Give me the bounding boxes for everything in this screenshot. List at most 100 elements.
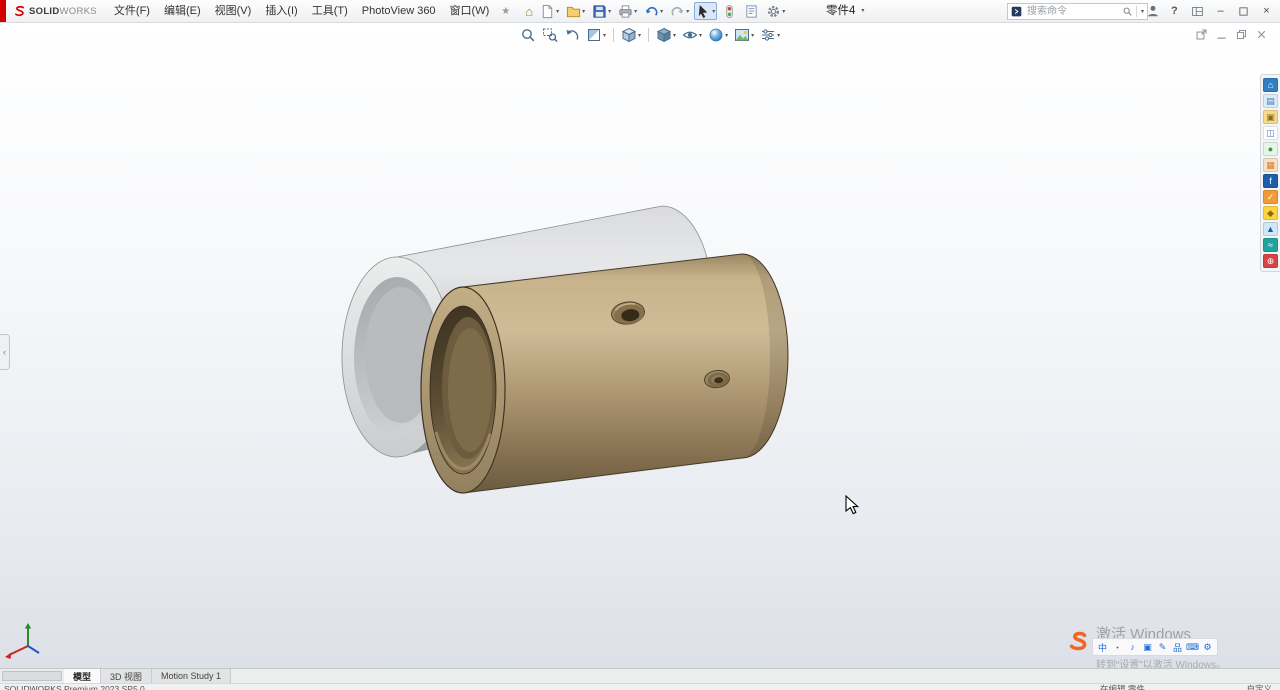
- dropdown-arrow-icon: ▾: [751, 32, 755, 39]
- display-style-icon[interactable]: ▾: [654, 26, 678, 44]
- minimize-document-icon[interactable]: [1215, 28, 1228, 41]
- ime-keyboard-icon[interactable]: ⌨: [1186, 640, 1199, 654]
- tab-motion-study-1[interactable]: Motion Study 1: [152, 669, 232, 683]
- open-document-button[interactable]: ▾: [564, 2, 587, 20]
- standard-toolbar: ⌂ ▾ ▾ ▾ ▾ ▾ ▾ ▾ ▾: [523, 2, 787, 20]
- title-bar: SOLIDWORKS 文件(F) 编辑(E) 视图(V) 插入(I) 工具(T)…: [0, 0, 1280, 23]
- dropdown-arrow-icon: ▾: [556, 8, 560, 15]
- select-tool-button[interactable]: ▾: [694, 2, 718, 20]
- graphics-viewport[interactable]: ▾ ▾ ▾ ▾ ▾ ▾ ▾ ‹ ⌂ ▤ ▣ ◫ ● ▦ f ✓ ◆ ▲ ≈ ⊕ …: [0, 22, 1280, 671]
- dropdown-arrow-icon: ▾: [608, 8, 612, 15]
- ime-apps-icon[interactable]: 品: [1171, 640, 1184, 654]
- dropdown-arrow-icon: ▾: [660, 8, 664, 15]
- taskpane-design-checker-icon[interactable]: ✓: [1263, 190, 1278, 204]
- divider: [648, 28, 650, 42]
- options-gear-button[interactable]: ▾: [764, 2, 787, 20]
- hide-show-items-icon[interactable]: ▾: [680, 26, 704, 44]
- edit-appearance-icon[interactable]: ▾: [706, 26, 730, 44]
- ime-punctuation-icon[interactable]: ・: [1111, 640, 1124, 654]
- new-document-button[interactable]: ▾: [538, 2, 561, 20]
- ime-handwriting-icon[interactable]: ✎: [1156, 640, 1169, 654]
- close-document-icon[interactable]: [1255, 28, 1268, 41]
- zoom-to-area-icon[interactable]: [540, 26, 560, 44]
- app-version-text: SOLIDWORKS Premium 2023 SP5.0: [4, 684, 145, 690]
- dropdown-arrow-icon: ▾: [712, 8, 716, 15]
- search-input[interactable]: [1025, 5, 1119, 18]
- login-person-icon[interactable]: [1146, 4, 1160, 18]
- menu-edit[interactable]: 编辑(E): [157, 0, 208, 22]
- view-settings-icon[interactable]: ▾: [758, 26, 782, 44]
- taskpane-forum-icon[interactable]: f: [1263, 174, 1278, 188]
- menu-window[interactable]: 窗口(W): [443, 0, 497, 22]
- ime-settings-icon[interactable]: ⚙: [1201, 640, 1214, 654]
- command-search-box[interactable]: ▾: [1007, 3, 1148, 20]
- tab-scroll-area[interactable]: [2, 671, 62, 681]
- window-controls: – ×: [1186, 0, 1278, 22]
- tab-model[interactable]: 模型: [64, 669, 102, 683]
- red-accent-strip: [0, 0, 6, 22]
- solidworks-window: SOLIDWORKS 文件(F) 编辑(E) 视图(V) 插入(I) 工具(T)…: [0, 0, 1280, 690]
- menu-file[interactable]: 文件(F): [107, 0, 157, 22]
- dropdown-arrow-icon: ▾: [582, 8, 586, 15]
- document-window-controls: [1195, 28, 1268, 41]
- interface-options-icon[interactable]: [1186, 0, 1209, 22]
- menu-photoview360[interactable]: PhotoView 360: [355, 0, 443, 22]
- command-search-logo-icon: [1011, 6, 1022, 17]
- close-button[interactable]: ×: [1255, 0, 1278, 22]
- collapse-panel-arrow-icon[interactable]: ‹: [0, 334, 10, 370]
- ime-language-icon[interactable]: 中: [1096, 640, 1109, 654]
- ime-clipboard-icon[interactable]: ▣: [1141, 640, 1154, 654]
- dropdown-arrow-icon: ▾: [603, 32, 607, 39]
- home-button[interactable]: ⌂: [523, 2, 535, 20]
- view-orientation-icon[interactable]: ▾: [619, 26, 643, 44]
- undo-button[interactable]: ▾: [642, 2, 665, 20]
- dropdown-arrow-icon: ▾: [861, 8, 865, 14]
- popout-document-icon[interactable]: [1195, 28, 1208, 41]
- ime-sound-icon[interactable]: ♪: [1126, 640, 1139, 654]
- zoom-to-fit-icon[interactable]: [518, 26, 538, 44]
- previous-view-icon[interactable]: [562, 26, 582, 44]
- dropdown-arrow-icon: ▾: [673, 32, 677, 39]
- redo-button[interactable]: ▾: [668, 2, 691, 20]
- taskpane-solidworks-resources-icon[interactable]: ⌂: [1263, 78, 1278, 92]
- dropdown-arrow-icon[interactable]: ▾: [1141, 8, 1144, 15]
- save-button[interactable]: ▾: [590, 2, 613, 20]
- taskpane-electrical-icon[interactable]: ≈: [1263, 238, 1278, 252]
- taskpane-view-palette-icon[interactable]: ◫: [1263, 126, 1278, 140]
- maximize-button[interactable]: [1232, 0, 1255, 22]
- pin-menu-icon[interactable]: ★: [501, 6, 510, 17]
- taskpane-marketplace-icon[interactable]: ▲: [1263, 222, 1278, 236]
- apply-scene-icon[interactable]: ▾: [732, 26, 756, 44]
- section-view-icon[interactable]: ▾: [584, 26, 608, 44]
- help-icon[interactable]: ?: [1171, 5, 1178, 17]
- menu-insert[interactable]: 插入(I): [258, 0, 304, 22]
- tab-3d-views[interactable]: 3D 视图: [101, 669, 153, 683]
- minimize-button[interactable]: –: [1209, 0, 1232, 22]
- status-bar: SOLIDWORKS Premium 2023 SP5.0 在编辑 零件 自定义: [0, 683, 1280, 690]
- customize-link[interactable]: 自定义: [1246, 685, 1272, 690]
- taskpane-file-explorer-icon[interactable]: ▣: [1263, 110, 1278, 124]
- file-properties-button[interactable]: [742, 2, 761, 20]
- divider: [1135, 6, 1137, 17]
- dropdown-arrow-icon: ▾: [634, 8, 638, 15]
- menu-view[interactable]: 视图(V): [208, 0, 259, 22]
- menu-tools[interactable]: 工具(T): [305, 0, 355, 22]
- menu-bar: 文件(F) 编辑(E) 视图(V) 插入(I) 工具(T) PhotoView …: [107, 0, 496, 22]
- divider: [613, 28, 615, 42]
- taskpane-appearances-icon[interactable]: ●: [1263, 142, 1278, 156]
- model-part[interactable]: [420, 253, 789, 494]
- rebuild-button[interactable]: [720, 2, 739, 20]
- print-button[interactable]: ▾: [616, 2, 639, 20]
- restore-document-icon[interactable]: [1235, 28, 1248, 41]
- taskpane-3dexperience-icon[interactable]: ◆: [1263, 206, 1278, 220]
- search-icon[interactable]: [1122, 6, 1133, 17]
- taskpane-cam-icon[interactable]: ⊕: [1263, 254, 1278, 268]
- document-title[interactable]: 零件4 ▾: [826, 0, 864, 22]
- dropdown-arrow-icon: ▾: [725, 32, 729, 39]
- taskpane-design-library-icon[interactable]: ▤: [1263, 94, 1278, 108]
- logo-text: SOLIDWORKS: [29, 5, 97, 17]
- edit-mode-text: 在编辑 零件: [1100, 684, 1145, 690]
- solidworks-logo: SOLIDWORKS: [13, 5, 97, 18]
- dropdown-arrow-icon: ▾: [638, 32, 642, 39]
- taskpane-custom-properties-icon[interactable]: ▦: [1263, 158, 1278, 172]
